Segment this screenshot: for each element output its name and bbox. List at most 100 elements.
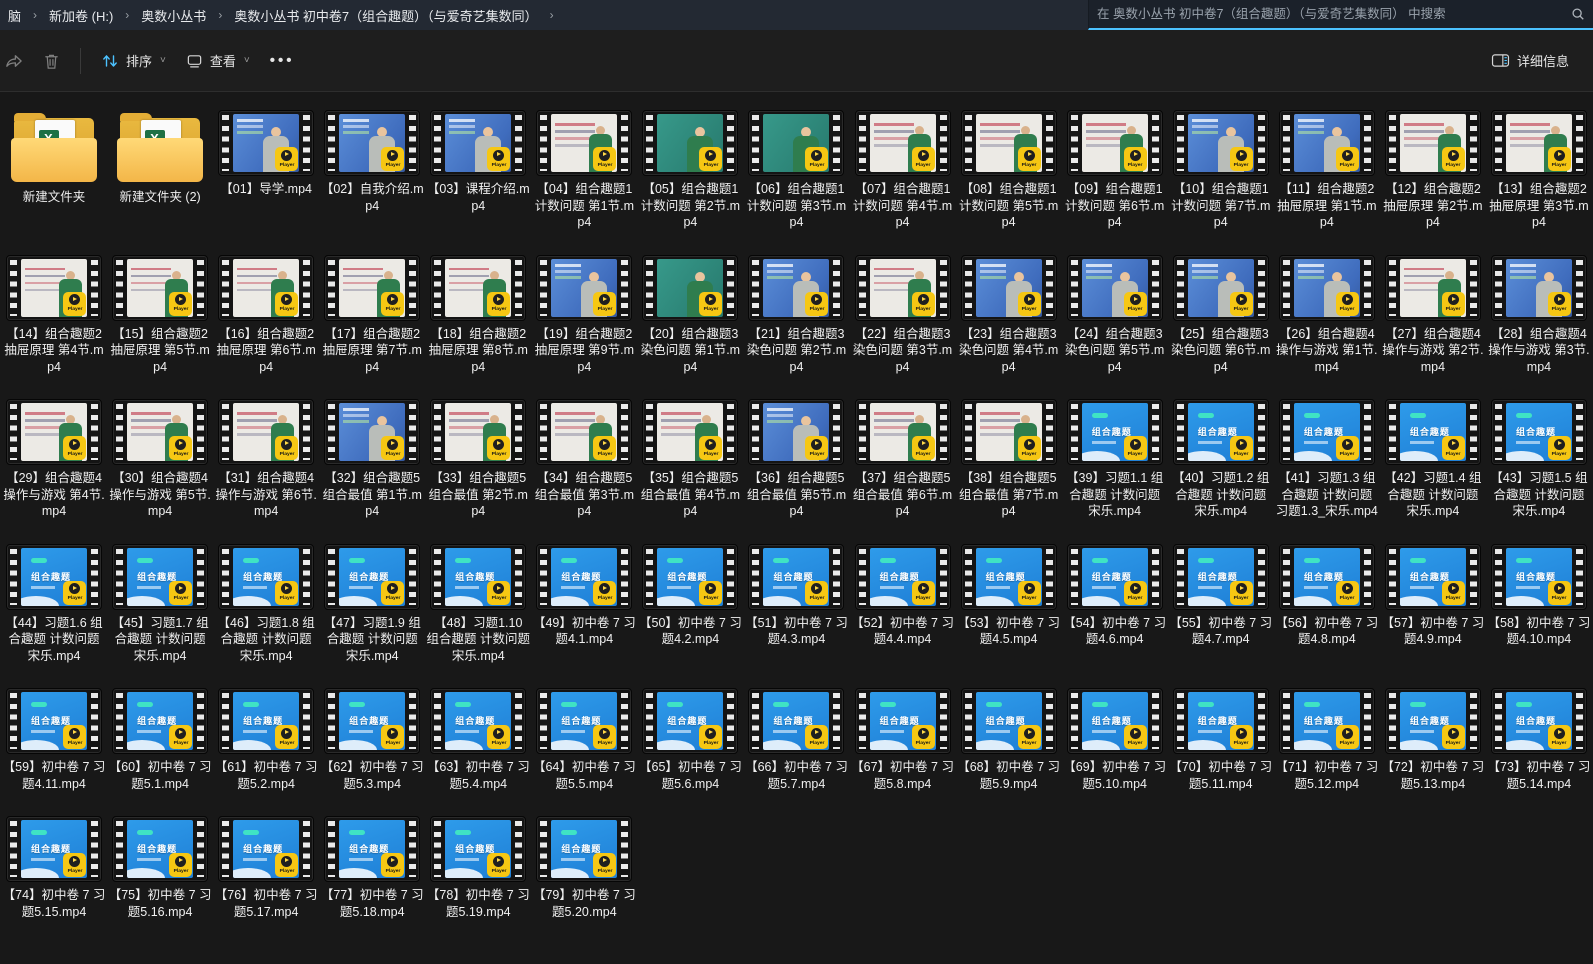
video-file-item[interactable]: 组合趣题Player【52】初中卷 7 习题4.4.mp4 bbox=[850, 540, 956, 652]
player-badge-icon: Player bbox=[912, 147, 935, 171]
breadcrumb-item[interactable]: 奥数小丛书 bbox=[135, 4, 212, 27]
video-file-item[interactable]: 组合趣题Player【70】初中卷 7 习题5.11.mp4 bbox=[1168, 684, 1274, 796]
breadcrumb-item[interactable]: 脑 bbox=[2, 4, 27, 27]
video-file-item[interactable]: Player【22】组合趣题3 染色问题 第3节.mp4 bbox=[850, 251, 956, 380]
video-file-item[interactable]: 组合趣题Player【54】初中卷 7 习题4.6.mp4 bbox=[1062, 540, 1168, 652]
video-file-item[interactable]: Player【11】组合趣题2 抽屉原理 第1节.mp4 bbox=[1274, 106, 1380, 235]
player-badge-icon: Player bbox=[487, 147, 510, 171]
video-file-item[interactable]: 组合趣题Player【41】习题1.3 组合趣题 计数问题 习题1.3_宋乐.m… bbox=[1274, 395, 1380, 524]
see-more-button[interactable]: ••• bbox=[260, 43, 305, 78]
video-file-item[interactable]: Player【24】组合趣题3 染色问题 第5节.mp4 bbox=[1062, 251, 1168, 380]
video-file-item[interactable]: 组合趣题Player【76】初中卷 7 习题5.17.mp4 bbox=[213, 812, 319, 924]
video-file-item[interactable]: Player【30】组合趣题4 操作与游戏 第5节.mp4 bbox=[107, 395, 213, 524]
video-file-item[interactable]: Player【20】组合趣题3 染色问题 第1节.mp4 bbox=[637, 251, 743, 380]
video-file-item[interactable]: 组合趣题Player【79】初中卷 7 习题5.20.mp4 bbox=[531, 812, 637, 924]
video-file-item[interactable]: 组合趣题Player【63】初中卷 7 习题5.4.mp4 bbox=[425, 684, 531, 796]
video-file-item[interactable]: 组合趣题Player【48】习题1.10 组合趣题 计数问题 宋乐.mp4 bbox=[425, 540, 531, 669]
video-file-item[interactable]: 组合趣题Player【78】初中卷 7 习题5.19.mp4 bbox=[425, 812, 531, 924]
video-file-item[interactable]: Player【08】组合趣题1 计数问题 第5节.mp4 bbox=[956, 106, 1062, 235]
details-pane-button[interactable]: 详细信息 bbox=[1481, 42, 1579, 79]
video-file-item[interactable]: Player【25】组合趣题3 染色问题 第6节.mp4 bbox=[1168, 251, 1274, 380]
play-icon bbox=[705, 583, 716, 594]
video-file-item[interactable]: Player【18】组合趣题2 抽屉原理 第8节.mp4 bbox=[425, 251, 531, 380]
search-box[interactable] bbox=[1088, 0, 1593, 30]
sort-button[interactable]: 排序 ˅ bbox=[91, 42, 176, 79]
folder-item[interactable]: 新建文件夹 (2) bbox=[107, 106, 213, 210]
video-file-item[interactable]: 组合趣题Player【59】初中卷 7 习题4.11.mp4 bbox=[1, 684, 107, 796]
video-file-item[interactable]: Player【23】组合趣题3 染色问题 第4节.mp4 bbox=[956, 251, 1062, 380]
video-file-item[interactable]: Player【29】组合趣题4 操作与游戏 第4节.mp4 bbox=[1, 395, 107, 524]
video-file-item[interactable]: 组合趣题Player【42】习题1.4 组合趣题 计数问题 宋乐.mp4 bbox=[1380, 395, 1486, 524]
video-file-item[interactable]: Player【16】组合趣题2 抽屉原理 第6节.mp4 bbox=[213, 251, 319, 380]
video-file-item[interactable]: 组合趣题Player【55】初中卷 7 习题4.7.mp4 bbox=[1168, 540, 1274, 652]
video-file-item[interactable]: 组合趣题Player【68】初中卷 7 习题5.9.mp4 bbox=[956, 684, 1062, 796]
video-file-item[interactable]: 组合趣题Player【74】初中卷 7 习题5.15.mp4 bbox=[1, 812, 107, 924]
video-file-item[interactable]: 组合趣题Player【60】初中卷 7 习题5.1.mp4 bbox=[107, 684, 213, 796]
video-file-item[interactable]: Player【28】组合趣题4 操作与游戏 第3节.mp4 bbox=[1486, 251, 1592, 380]
video-file-item[interactable]: Player【04】组合趣题1 计数问题 第1节.mp4 bbox=[531, 106, 637, 235]
video-file-item[interactable]: 组合趣题Player【49】初中卷 7 习题4.1.mp4 bbox=[531, 540, 637, 652]
video-file-item[interactable]: 组合趣题Player【58】初中卷 7 习题4.10.mp4 bbox=[1486, 540, 1592, 652]
video-file-item[interactable]: Player【38】组合趣题5 组合最值 第7节.mp4 bbox=[956, 395, 1062, 524]
video-file-item[interactable]: 组合趣题Player【64】初中卷 7 习题5.5.mp4 bbox=[531, 684, 637, 796]
video-file-item[interactable]: 组合趣题Player【45】习题1.7 组合趣题 计数问题 宋乐.mp4 bbox=[107, 540, 213, 669]
command-toolbar: 排序 ˅ 查看 ˅ ••• 详细信息 bbox=[0, 30, 1593, 92]
video-file-item[interactable]: Player【02】自我介绍.mp4 bbox=[319, 106, 425, 218]
video-file-item[interactable]: Player【33】组合趣题5 组合最值 第2节.mp4 bbox=[425, 395, 531, 524]
video-file-item[interactable]: Player【32】组合趣题5 组合最值 第1节.mp4 bbox=[319, 395, 425, 524]
video-file-item[interactable]: 组合趣题Player【77】初中卷 7 习题5.18.mp4 bbox=[319, 812, 425, 924]
video-file-item[interactable]: 组合趣题Player【66】初中卷 7 习题5.7.mp4 bbox=[743, 684, 849, 796]
delete-button[interactable] bbox=[33, 43, 70, 79]
video-file-item[interactable]: 组合趣题Player【62】初中卷 7 习题5.3.mp4 bbox=[319, 684, 425, 796]
video-file-item[interactable]: 组合趣题Player【73】初中卷 7 习题5.14.mp4 bbox=[1486, 684, 1592, 796]
folder-item[interactable]: 新建文件夹 bbox=[1, 106, 107, 210]
video-file-item[interactable]: 组合趣题Player【39】习题1.1 组合趣题 计数问题 宋乐.mp4 bbox=[1062, 395, 1168, 524]
video-file-item[interactable]: Player【37】组合趣题5 组合最值 第6节.mp4 bbox=[850, 395, 956, 524]
video-file-item[interactable]: 组合趣题Player【46】习题1.8 组合趣题 计数问题 宋乐.mp4 bbox=[213, 540, 319, 669]
player-badge-icon: Player bbox=[1442, 436, 1465, 460]
video-file-item[interactable]: 组合趣题Player【53】初中卷 7 习题4.5.mp4 bbox=[956, 540, 1062, 652]
view-button[interactable]: 查看 ˅ bbox=[176, 42, 260, 79]
video-file-item[interactable]: 组合趣题Player【71】初中卷 7 习题5.12.mp4 bbox=[1274, 684, 1380, 796]
video-file-item[interactable]: Player【05】组合趣题1 计数问题 第2节.mp4 bbox=[637, 106, 743, 235]
video-file-item[interactable]: Player【36】组合趣题5 组合最值 第5节.mp4 bbox=[743, 395, 849, 524]
video-file-item[interactable]: 组合趣题Player【44】习题1.6 组合趣题 计数问题 宋乐.mp4 bbox=[1, 540, 107, 669]
video-file-item[interactable]: Player【14】组合趣题2 抽屉原理 第4节.mp4 bbox=[1, 251, 107, 380]
video-file-item[interactable]: 组合趣题Player【61】初中卷 7 习题5.2.mp4 bbox=[213, 684, 319, 796]
video-file-item[interactable]: Player【15】组合趣题2 抽屉原理 第5节.mp4 bbox=[107, 251, 213, 380]
video-file-item[interactable]: 组合趣题Player【72】初中卷 7 习题5.13.mp4 bbox=[1380, 684, 1486, 796]
video-file-item[interactable]: Player【31】组合趣题4 操作与游戏 第6节.mp4 bbox=[213, 395, 319, 524]
video-file-item[interactable]: Player【21】组合趣题3 染色问题 第2节.mp4 bbox=[743, 251, 849, 380]
video-file-item[interactable]: 组合趣题Player【69】初中卷 7 习题5.10.mp4 bbox=[1062, 684, 1168, 796]
video-file-item[interactable]: Player【10】组合趣题1 计数问题 第7节.mp4 bbox=[1168, 106, 1274, 235]
video-file-item[interactable]: 组合趣题Player【75】初中卷 7 习题5.16.mp4 bbox=[107, 812, 213, 924]
video-file-item[interactable]: Player【09】组合趣题1 计数问题 第6节.mp4 bbox=[1062, 106, 1168, 235]
share-button[interactable] bbox=[0, 42, 33, 79]
video-file-item[interactable]: Player【06】组合趣题1 计数问题 第3节.mp4 bbox=[743, 106, 849, 235]
video-file-item[interactable]: 组合趣题Player【40】习题1.2 组合趣题 计数问题 宋乐.mp4 bbox=[1168, 395, 1274, 524]
video-file-item[interactable]: Player【03】课程介绍.mp4 bbox=[425, 106, 531, 218]
search-input[interactable] bbox=[1097, 7, 1571, 21]
video-file-item[interactable]: Player【19】组合趣题2 抽屉原理 第9节.mp4 bbox=[531, 251, 637, 380]
video-file-item[interactable]: Player【27】组合趣题4 操作与游戏 第2节.mp4 bbox=[1380, 251, 1486, 380]
video-file-item[interactable]: Player【26】组合趣题4 操作与游戏 第1节.mp4 bbox=[1274, 251, 1380, 380]
video-file-item[interactable]: 组合趣题Player【57】初中卷 7 习题4.9.mp4 bbox=[1380, 540, 1486, 652]
search-icon[interactable] bbox=[1571, 7, 1585, 21]
breadcrumb-item[interactable]: 新加卷 (H:) bbox=[43, 4, 119, 27]
video-file-item[interactable]: 组合趣题Player【51】初中卷 7 习题4.3.mp4 bbox=[743, 540, 849, 652]
video-file-item[interactable]: 组合趣题Player【47】习题1.9 组合趣题 计数问题 宋乐.mp4 bbox=[319, 540, 425, 669]
video-file-item[interactable]: Player【35】组合趣题5 组合最值 第4节.mp4 bbox=[637, 395, 743, 524]
breadcrumb-item[interactable]: 奥数小丛书 初中卷7（组合趣题）（与爱奇艺集数同） bbox=[228, 4, 543, 27]
video-file-item[interactable]: Player【01】导学.mp4 bbox=[213, 106, 319, 202]
play-icon bbox=[918, 150, 929, 161]
video-file-item[interactable]: 组合趣题Player【67】初中卷 7 习题5.8.mp4 bbox=[850, 684, 956, 796]
video-file-item[interactable]: Player【07】组合趣题1 计数问题 第4节.mp4 bbox=[850, 106, 956, 235]
video-file-item[interactable]: Player【17】组合趣题2 抽屉原理 第7节.mp4 bbox=[319, 251, 425, 380]
video-file-item[interactable]: 组合趣题Player【50】初中卷 7 习题4.2.mp4 bbox=[637, 540, 743, 652]
video-file-item[interactable]: Player【12】组合趣题2 抽屉原理 第2节.mp4 bbox=[1380, 106, 1486, 235]
video-file-item[interactable]: Player【13】组合趣题2 抽屉原理 第3节.mp4 bbox=[1486, 106, 1592, 235]
video-file-item[interactable]: 组合趣题Player【65】初中卷 7 习题5.6.mp4 bbox=[637, 684, 743, 796]
video-file-item[interactable]: 组合趣题Player【43】习题1.5 组合趣题 计数问题 宋乐.mp4 bbox=[1486, 395, 1592, 524]
video-file-item[interactable]: 组合趣题Player【56】初中卷 7 习题4.8.mp4 bbox=[1274, 540, 1380, 652]
video-file-item[interactable]: Player【34】组合趣题5 组合最值 第3节.mp4 bbox=[531, 395, 637, 524]
